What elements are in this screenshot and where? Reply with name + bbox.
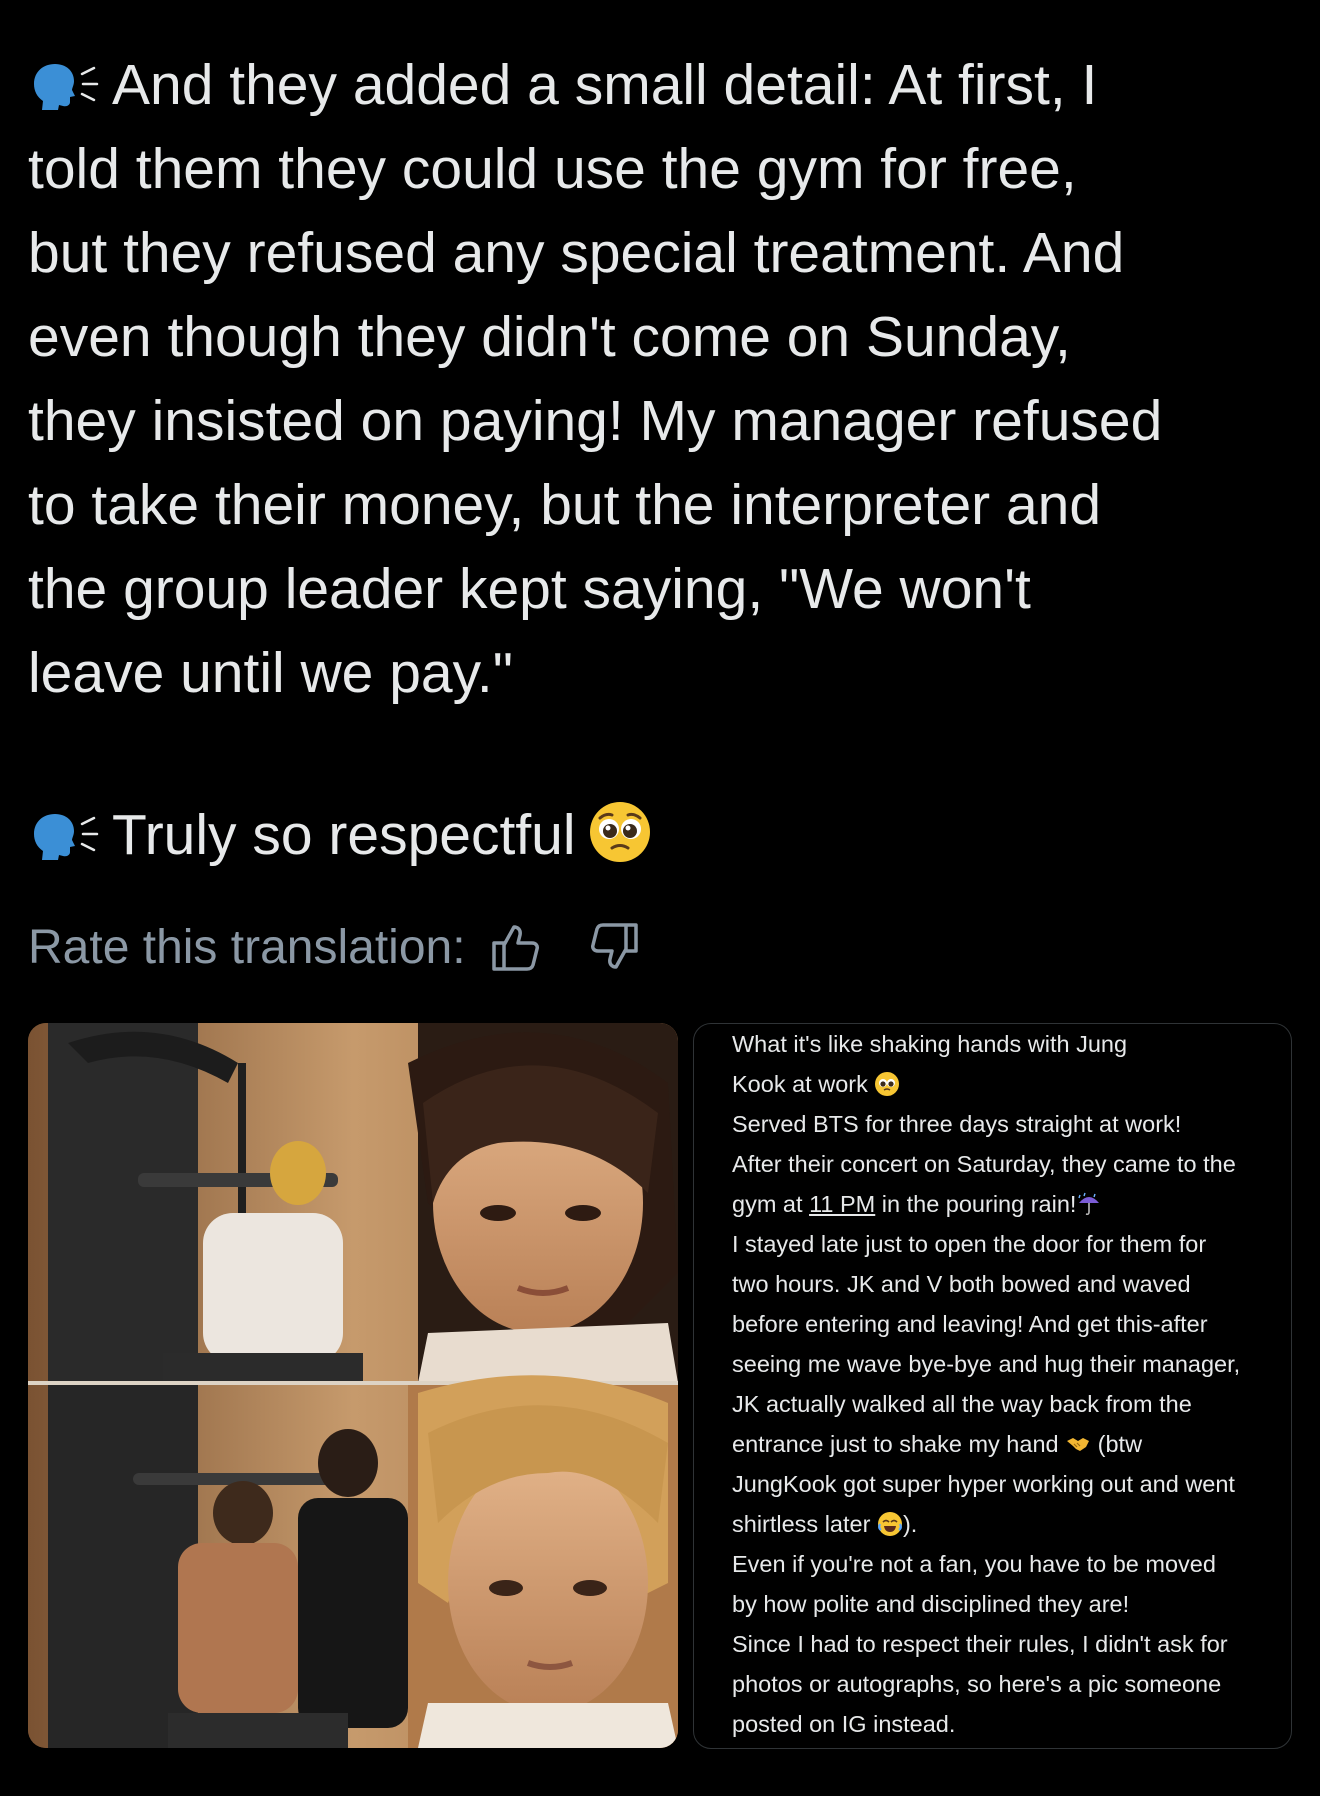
card-line: I stayed late just to open the door for … [732, 1231, 1207, 1257]
card-line: two hours. JK and V both bowed and waved [732, 1271, 1191, 1297]
card-line: photos or autographs, so here's a pic so… [732, 1671, 1222, 1697]
card-line: Served BTS for three days straight at wo… [732, 1111, 1182, 1137]
post-line: to take their money, but the interpreter… [28, 473, 1102, 537]
translation-rating: Rate this translation: [28, 912, 642, 982]
speaking-head-icon [28, 799, 104, 860]
post-line: And they added a small detail: At first,… [28, 43, 1298, 127]
card-line: Even if you're not a fan, you have to be… [732, 1551, 1216, 1577]
card-line: shirtless later ). [732, 1509, 918, 1537]
card-line: Since I had to respect their rules, I di… [732, 1631, 1228, 1657]
post-paragraph-2: Truly so respectful [28, 793, 1298, 887]
handshake-icon [1065, 1429, 1091, 1455]
card-line: What it's like shaking hands with Jung [732, 1031, 1128, 1057]
card-line: entrance just to shake my hand (btw [732, 1429, 1143, 1457]
card-line: JK actually walked all the way back from… [732, 1391, 1192, 1417]
card-line: seeing me wave bye-bye and hug their man… [732, 1351, 1241, 1377]
umbrella-rain-icon [1076, 1189, 1102, 1216]
card-line: After their concert on Saturday, they ca… [732, 1151, 1236, 1177]
post-paragraph-1: And they added a small detail: At first,… [28, 43, 1298, 715]
speaking-head-icon [28, 49, 104, 110]
post-line: leave until we pay." [28, 641, 513, 705]
card-line: before entering and leaving! And get thi… [732, 1311, 1208, 1337]
rate-translation-label: Rate this translation: [28, 920, 466, 974]
pleading-face-emoji-icon [588, 800, 652, 887]
post-line: the group leader kept saying, "We won't [28, 557, 1031, 621]
tears-of-joy-emoji-icon [877, 1509, 903, 1536]
card-line: posted on IG instead. [732, 1711, 956, 1737]
card-text: What it's like shaking hands with Jung K… [732, 1024, 1291, 1744]
thumbs-up-icon[interactable] [488, 919, 544, 975]
card-line: by how polite and disciplined they are! [732, 1591, 1130, 1617]
card-line: gym at 11 PM in the pouring rain! [732, 1184, 1291, 1224]
screenshot-card[interactable]: What it's like shaking hands with Jung K… [693, 1023, 1292, 1749]
pleading-face-emoji-icon [874, 1069, 900, 1096]
post-line: even though they didn't come on Sunday, [28, 305, 1071, 369]
post-line: but they refused any special treatment. … [28, 221, 1125, 285]
post-line: told them they could use the gym for fre… [28, 137, 1077, 201]
card-line: JungKook got super hyper working out and… [732, 1471, 1235, 1497]
thumbs-down-icon[interactable] [586, 919, 642, 975]
card-line: Kook at work [732, 1064, 1291, 1104]
gym-photo-collage[interactable] [28, 1023, 678, 1748]
post-line: they insisted on paying! My manager refu… [28, 389, 1163, 453]
time-link[interactable]: 11 PM [809, 1191, 875, 1217]
